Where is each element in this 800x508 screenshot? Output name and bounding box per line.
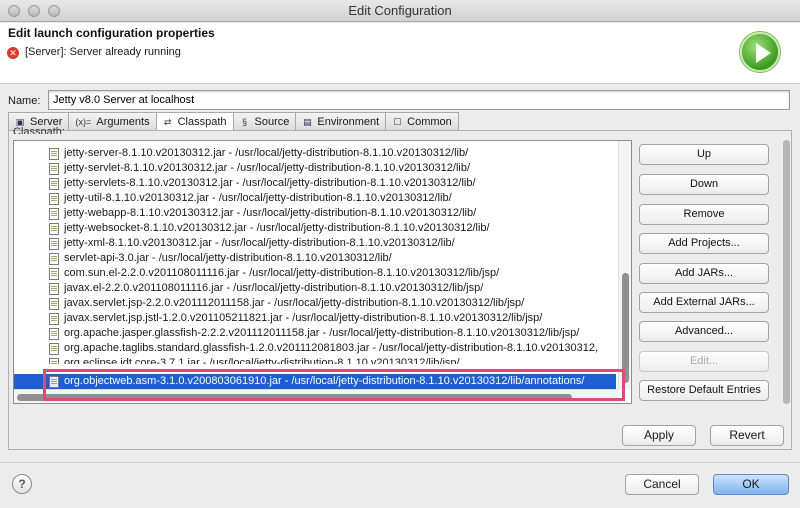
jar-icon [49, 358, 59, 364]
list-item[interactable]: jetty-websocket-8.1.10.v20130312.jar - /… [14, 221, 616, 236]
tab-label: Environment [317, 115, 380, 128]
common-icon: ☐ [393, 116, 402, 127]
list-item[interactable]: jetty-xml-8.1.10.v20130312.jar - /usr/lo… [14, 236, 616, 251]
list-item[interactable]: servlet-api-3.0.jar - /usr/local/jetty-d… [14, 251, 616, 266]
list-vertical-scrollbar[interactable] [618, 141, 631, 389]
revert-button[interactable]: Revert [710, 425, 784, 446]
tab-common[interactable]: ☐ Common [385, 112, 459, 130]
list-item[interactable]: jetty-servlet-8.1.10.v20130312.jar - /us… [14, 161, 616, 176]
tab-label: Common [407, 115, 452, 128]
list-item[interactable]: jetty-webapp-8.1.10.v20130312.jar - /usr… [14, 206, 616, 221]
jar-icon [49, 328, 59, 340]
jar-icon [49, 208, 59, 220]
jar-icon [49, 163, 59, 175]
environment-icon: ▤ [303, 116, 312, 127]
jar-icon [49, 223, 59, 235]
list-item[interactable]: jetty-servlets-8.1.10.v20130312.jar - /u… [14, 176, 616, 191]
tab-label: Arguments [96, 115, 150, 128]
list-item-selected[interactable]: org.objectweb.asm-3.1.0.v200803061910.ja… [14, 374, 616, 389]
add-projects-button[interactable]: Add Projects... [639, 233, 769, 254]
list-item[interactable]: jetty-server-8.1.10.v20130312.jar - /usr… [14, 146, 616, 161]
arguments-icon: (x)= [75, 116, 92, 127]
list-item[interactable]: org.eclipse.jdt.core-3.7.1.jar - /usr/lo… [14, 356, 616, 364]
header-title: Edit launch configuration properties [8, 26, 215, 40]
jar-icon [49, 268, 59, 280]
window-titlebar: Edit Configuration [0, 0, 800, 22]
jar-icon [49, 313, 59, 325]
run-icon [740, 32, 780, 72]
edit-button[interactable]: Edit... [639, 351, 769, 372]
jar-icon [49, 283, 59, 295]
cancel-button[interactable]: Cancel [625, 474, 699, 495]
list-item[interactable]: jetty-util-8.1.10.v20130312.jar - /usr/l… [14, 191, 616, 206]
jar-icon [49, 193, 59, 205]
classpath-list[interactable]: jetty-server-8.1.10.v20130312.jar - /usr… [13, 140, 632, 404]
help-icon[interactable]: ? [12, 474, 32, 494]
source-icon: § [242, 116, 248, 127]
window-title: Edit Configuration [348, 3, 452, 18]
list-item[interactable]: org.apache.taglibs.standard.glassfish-1.… [14, 341, 616, 356]
scroll-thumb[interactable] [783, 140, 790, 404]
add-jars-button[interactable]: Add JARs... [639, 263, 769, 284]
list-item[interactable]: javax.servlet.jsp-2.2.0.v201112011158.ja… [14, 296, 616, 311]
jar-icon [49, 343, 59, 355]
tab-environment[interactable]: ▤ Environment [295, 112, 387, 130]
jar-icon [49, 376, 59, 388]
footer-divider [0, 462, 800, 463]
jar-icon [49, 253, 59, 265]
scroll-thumb[interactable] [17, 394, 572, 401]
classpath-section-label: Classpath: [13, 126, 65, 134]
apply-button[interactable]: Apply [622, 425, 696, 446]
add-external-jars-button[interactable]: Add External JARs... [639, 292, 769, 313]
classpath-icon: ⇄ [163, 117, 172, 127]
jar-icon [49, 298, 59, 310]
up-button[interactable]: Up [639, 144, 769, 165]
list-item[interactable]: com.sun.el-2.2.0.v201108011116.jar - /us… [14, 266, 616, 281]
panel-vertical-scrollbar[interactable] [783, 140, 791, 404]
tab-label: Classpath [177, 116, 227, 128]
scroll-thumb[interactable] [622, 273, 629, 383]
advanced-button[interactable]: Advanced... [639, 321, 769, 342]
tab-source[interactable]: § Source [232, 112, 297, 130]
jar-icon [49, 238, 59, 250]
error-icon: ✕ [7, 47, 19, 59]
tab-arguments[interactable]: (x)= Arguments [68, 112, 157, 130]
list-horizontal-scrollbar[interactable] [14, 389, 618, 403]
name-label: Name: [8, 95, 41, 107]
list-item[interactable]: org.apache.jasper.glassfish-2.2.2.v20111… [14, 326, 616, 341]
close-window-button[interactable] [8, 5, 20, 17]
list-item[interactable]: javax.servlet.jsp.jstl-1.2.0.v2011052118… [14, 311, 616, 326]
remove-button[interactable]: Remove [639, 204, 769, 225]
dialog-header: Edit launch configuration properties ✕ [… [0, 23, 800, 84]
jar-icon [49, 178, 59, 190]
jar-icon [49, 148, 59, 160]
list-item[interactable]: javax.el-2.2.0.v201108011116.jar - /usr/… [14, 281, 616, 296]
ok-button[interactable]: OK [713, 474, 789, 495]
config-tabs: ▣ Server (x)= Arguments ⇄ Classpath § So… [8, 112, 459, 131]
restore-default-entries-button[interactable]: Restore Default Entries [639, 380, 769, 401]
tab-classpath[interactable]: ⇄ Classpath [155, 112, 234, 131]
tab-label: Source [254, 115, 290, 128]
down-button[interactable]: Down [639, 174, 769, 195]
header-message: [Server]: Server already running [25, 46, 181, 58]
minimize-window-button[interactable] [28, 5, 40, 17]
name-input[interactable] [48, 90, 790, 110]
zoom-window-button[interactable] [48, 5, 60, 17]
